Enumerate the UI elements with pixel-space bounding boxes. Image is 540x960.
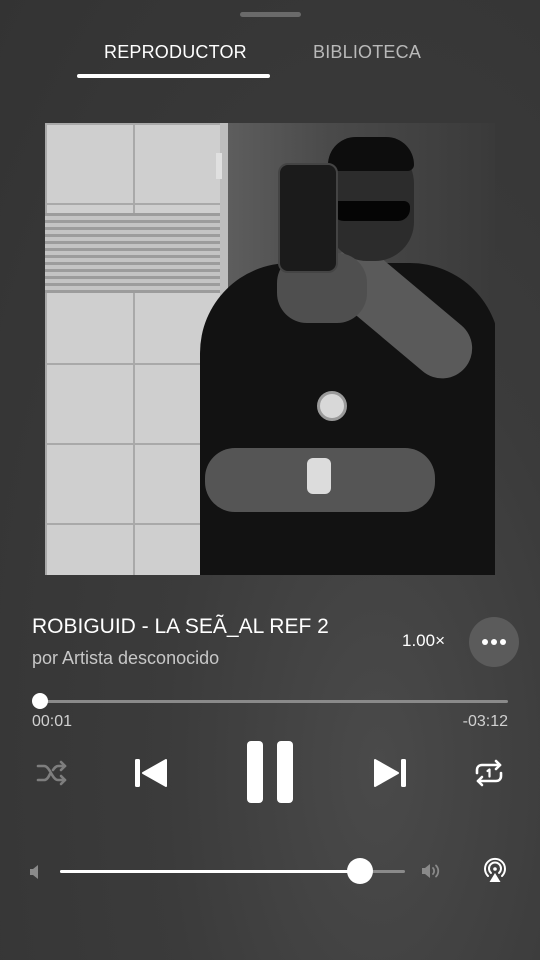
- pause-icon: [247, 741, 293, 803]
- more-horizontal-icon: [482, 639, 506, 645]
- volume-fill: [60, 870, 361, 873]
- sheet-grabber[interactable]: [240, 12, 301, 17]
- shuffle-icon: [36, 760, 67, 786]
- artwork-tile-wall: [45, 123, 220, 575]
- previous-track-button[interactable]: [133, 757, 169, 794]
- volume-high-icon: [421, 862, 441, 885]
- artwork-hinge: [216, 153, 222, 179]
- elapsed-time: 00:01: [32, 713, 73, 730]
- playback-speed-button[interactable]: 1.00×: [402, 631, 445, 651]
- next-track-button[interactable]: [372, 757, 408, 794]
- repeat-one-icon: [475, 759, 503, 787]
- progress-thumb[interactable]: [32, 693, 49, 709]
- airplay-button[interactable]: [481, 857, 509, 890]
- album-artwork: [45, 123, 495, 575]
- artwork-sunglasses: [332, 201, 410, 221]
- volume-thumb[interactable]: [347, 858, 374, 884]
- pause-button[interactable]: [246, 740, 294, 809]
- tab-biblioteca[interactable]: BIBLIOTECA: [313, 42, 421, 63]
- active-tab-indicator: [77, 74, 270, 78]
- shuffle-button[interactable]: [36, 760, 68, 791]
- track-title: ROBIGUID - LA SEÃ_AL REF 2: [32, 615, 329, 638]
- artwork-tile-stripe: [45, 213, 220, 293]
- artwork-pendant: [317, 391, 347, 421]
- artwork-figure-hair: [328, 137, 414, 171]
- more-options-button[interactable]: [469, 617, 519, 667]
- skip-next-icon: [374, 759, 406, 787]
- volume-low-icon: [29, 864, 41, 885]
- artwork-watch: [307, 458, 331, 494]
- tab-reproductor[interactable]: REPRODUCTOR: [104, 42, 247, 63]
- volume-slider[interactable]: [60, 858, 405, 884]
- artwork-phone: [278, 163, 338, 273]
- repeat-button[interactable]: [474, 759, 504, 792]
- tab-bar: REPRODUCTOR BIBLIOTECA: [0, 40, 540, 82]
- remaining-time: -03:12: [462, 713, 508, 730]
- skip-previous-icon: [135, 759, 167, 787]
- airplay-icon: [484, 857, 506, 882]
- progress-slider[interactable]: [32, 693, 508, 709]
- track-artist: por Artista desconocido: [32, 648, 220, 668]
